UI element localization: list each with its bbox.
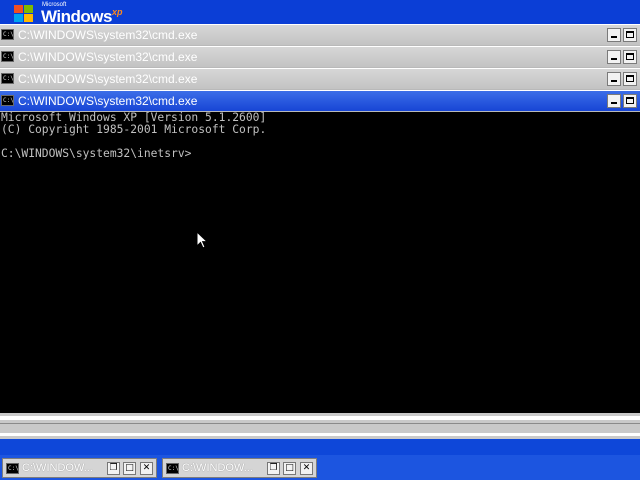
taskbar-item-label: C:\WINDOW... xyxy=(22,462,93,474)
cmd-icon: C:\ xyxy=(166,463,179,474)
minimize-button[interactable] xyxy=(607,50,621,64)
desktop-strip xyxy=(0,439,640,455)
console-output[interactable]: Microsoft Windows XP [Version 5.1.2600] … xyxy=(0,112,640,413)
window-title: C:\WINDOWS\system32\cmd.exe xyxy=(18,28,198,42)
cmd-icon: C:\ xyxy=(1,95,14,106)
cmd-icon: C:\ xyxy=(1,29,14,40)
restore-button[interactable]: ❐ xyxy=(267,462,280,475)
window-title: C:\WINDOWS\system32\cmd.exe xyxy=(18,72,198,86)
taskbar-item-cmd-1[interactable]: C:\ C:\WINDOW... ❐ □ ✕ xyxy=(2,458,157,478)
cmd-icon: C:\ xyxy=(1,51,14,62)
maximize-button[interactable] xyxy=(623,94,637,108)
maximize-button[interactable] xyxy=(623,72,637,86)
border-line xyxy=(0,433,640,436)
restore-button[interactable]: ❐ xyxy=(107,462,120,475)
taskbar: C:\ C:\WINDOW... ❐ □ ✕ C:\ C:\WINDOW... … xyxy=(0,455,640,480)
taskbar-item-label: C:\WINDOW... xyxy=(182,462,253,474)
mouse-cursor-icon xyxy=(196,231,208,249)
window-titlebar-2[interactable]: C:\ C:\WINDOWS\system32\cmd.exe xyxy=(0,46,640,68)
close-button[interactable]: ✕ xyxy=(300,462,313,475)
minimize-button[interactable] xyxy=(607,28,621,42)
cmd-icon: C:\ xyxy=(6,463,19,474)
maximize-button[interactable]: □ xyxy=(123,462,136,475)
divider xyxy=(0,423,640,424)
window-title: C:\WINDOWS\system32\cmd.exe xyxy=(18,94,198,108)
windows-xp-logo: Microsoft Windows xp xyxy=(14,2,134,26)
window-titlebar-1[interactable]: C:\ C:\WINDOWS\system32\cmd.exe xyxy=(0,24,640,46)
window-titlebar-active[interactable]: C:\ C:\WINDOWS\system32\cmd.exe xyxy=(0,90,640,112)
taskbar-item-cmd-2[interactable]: C:\ C:\WINDOW... ❐ □ ✕ xyxy=(162,458,317,478)
logo-xp-text: xp xyxy=(112,7,123,17)
window-title: C:\WINDOWS\system32\cmd.exe xyxy=(18,50,198,64)
minimize-button[interactable] xyxy=(607,94,621,108)
desktop-background: Microsoft Windows xp xyxy=(0,0,640,26)
maximize-button[interactable]: □ xyxy=(283,462,296,475)
border-line xyxy=(0,416,640,420)
minimize-button[interactable] xyxy=(607,72,621,86)
console-prompt: C:\WINDOWS\system32\inetsrv> xyxy=(1,147,192,160)
cmd-icon: C:\ xyxy=(1,73,14,84)
console-line: (C) Copyright 1985-2001 Microsoft Corp. xyxy=(1,123,267,136)
close-button[interactable]: ✕ xyxy=(140,462,153,475)
maximize-button[interactable] xyxy=(623,50,637,64)
window-bottom-border xyxy=(0,413,640,455)
maximize-button[interactable] xyxy=(623,28,637,42)
windows-flag-icon xyxy=(14,5,34,22)
window-titlebar-3[interactable]: C:\ C:\WINDOWS\system32\cmd.exe xyxy=(0,68,640,90)
